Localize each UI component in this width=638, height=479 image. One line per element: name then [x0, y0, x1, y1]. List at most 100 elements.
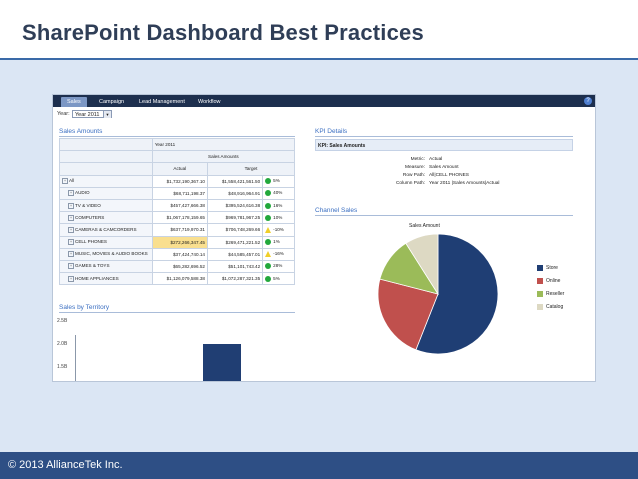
kpi-header: KPI: Sales Amounts [315, 139, 573, 151]
row-label-cell[interactable]: + AUDIO [59, 186, 153, 200]
territory-ytick: 2.5B [57, 318, 68, 324]
pivot-year-header: Year 2011 [151, 137, 296, 152]
expand-icon[interactable]: + [68, 190, 74, 197]
actual-cell: $457,427,666.38 [151, 198, 208, 213]
expand-icon[interactable]: + [68, 239, 74, 246]
kpi-colpath-key: Column Path: [395, 181, 425, 186]
status-cell: 1% [262, 235, 295, 249]
pivot-corner [59, 162, 153, 176]
legend-item-online: Online [537, 278, 564, 291]
status-percent: 1% [273, 239, 280, 245]
target-cell: $1,072,287,321.35 [206, 272, 264, 286]
pie-legend: Store Online Reseller Catalog [537, 265, 564, 317]
table-row[interactable]: + CELL PHONES $272,266,347.45 $269,471,221.… [59, 235, 295, 249]
status-ok-icon [265, 190, 272, 197]
target-cell: $1,558,421,561.50 [206, 174, 264, 188]
row-label: All [69, 178, 75, 184]
actual-cell: $1,732,190,367.10 [151, 174, 208, 188]
dashboard-screenshot: Sales Campaign Lead Management Workflow … [52, 94, 596, 382]
territory-ytick: 2.0B [57, 341, 68, 347]
kpi-details-rule [315, 136, 573, 137]
row-label: TV & VIDEO [75, 202, 101, 208]
legend-swatch [537, 278, 543, 284]
territory-bar[interactable] [203, 344, 241, 381]
target-cell: $706,748,269.66 [206, 223, 264, 237]
expand-icon[interactable]: + [68, 275, 74, 282]
expand-icon[interactable]: + [68, 202, 74, 209]
row-label: CELL PHONES [75, 239, 107, 245]
row-label: HOME APPLIANCES [75, 275, 119, 281]
status-percent: 5% [273, 178, 280, 184]
table-row[interactable]: + HOME APPLIANCES $1,126,079,588.38 $1,072,… [59, 272, 295, 286]
tab-workflow[interactable]: Workflow [192, 97, 227, 107]
status-ok-icon [265, 263, 272, 270]
pivot-corner [59, 150, 153, 164]
expand-icon[interactable]: + [62, 178, 68, 185]
expand-icon[interactable]: + [68, 251, 74, 258]
legend-swatch [537, 265, 543, 271]
chevron-down-icon[interactable]: ▼ [103, 111, 111, 118]
actual-cell: $37,424,740.14 [151, 247, 208, 261]
target-cell: $269,471,221.52 [206, 235, 264, 249]
status-ok-icon [265, 202, 272, 209]
actual-cell: $1,067,178,159.65 [151, 211, 208, 225]
row-label-cell[interactable]: + CELL PHONES [59, 235, 153, 249]
row-label-cell[interactable]: + TV & VIDEO [59, 198, 153, 213]
row-label: MUSIC, MOVIES & AUDIO BOOKS [75, 251, 148, 257]
status-percent: 40% [273, 190, 283, 196]
kpi-colpath-value: Year 2011 |Sales Amounts|Actual [429, 181, 500, 186]
sales-territory-rule [59, 312, 295, 313]
pivot-target-header: Target [206, 162, 296, 176]
row-label-cell[interactable]: + MUSIC, MOVIES & AUDIO BOOKS [59, 247, 153, 261]
status-percent: 10% [273, 214, 283, 220]
tab-lead-management[interactable]: Lead Management [133, 97, 191, 107]
actual-cell: $68,711,198.37 [151, 186, 208, 200]
year-dropdown-value: Year 2011 [75, 112, 100, 118]
legend-swatch [537, 291, 543, 297]
table-row[interactable]: + CAMERAS & CAMCORDERS $637,719,970.31 $706… [59, 223, 295, 237]
table-row[interactable]: + TV & VIDEO $457,427,666.38 $395,524,616.3… [59, 198, 295, 213]
warning-triangle-icon [265, 251, 272, 258]
actual-cell: $65,282,696.52 [151, 259, 208, 274]
row-label-cell[interactable]: + GAMES & TOYS [59, 259, 153, 274]
sales-amounts-title: Sales Amounts [59, 128, 103, 135]
year-dropdown[interactable]: Year 2011 ▼ [72, 110, 112, 118]
status-percent: 5% [273, 275, 280, 281]
channel-sales-pie [377, 233, 499, 355]
legend-label: Reseller [546, 291, 565, 297]
row-label: GAMES & TOYS [75, 263, 110, 269]
legend-item-store: Store [537, 265, 564, 278]
status-percent: 16% [273, 202, 283, 208]
row-label-cell[interactable]: + HOME APPLIANCES [59, 272, 153, 286]
status-cell: 16% [262, 198, 295, 213]
table-row[interactable]: + MUSIC, MOVIES & AUDIO BOOKS $37,424,740.… [59, 247, 295, 261]
table-row[interactable]: + GAMES & TOYS $65,282,696.52 $51,101,743.4… [59, 259, 295, 274]
target-cell: $395,524,616.38 [206, 198, 264, 213]
warning-triangle-icon [265, 226, 272, 233]
tab-sales[interactable]: Sales [61, 97, 87, 107]
row-label: AUDIO [75, 190, 90, 196]
territory-ytick: 1.5B [57, 364, 68, 370]
status-ok-icon [265, 178, 272, 185]
expand-icon[interactable]: + [68, 263, 74, 270]
sales-territory-title: Sales by Territory [59, 304, 110, 311]
pivot-corner [59, 137, 153, 152]
pivot-measure-header: Sales Amounts [151, 150, 296, 164]
legend-swatch [537, 304, 543, 310]
expand-icon[interactable]: + [68, 214, 74, 221]
tab-campaign[interactable]: Campaign [93, 97, 130, 107]
table-row[interactable]: + All $1,732,190,367.10 $1,558,421,561.50 5% [59, 174, 295, 188]
row-label: CAMERAS & CAMCORDERS [75, 227, 137, 233]
sales-amounts-table: Year 2011 Sales Amounts Actual Target + A… [59, 137, 296, 286]
kpi-metric-value: Actual [429, 157, 443, 162]
table-row[interactable]: + COMPUTERS $1,067,178,159.65 $969,781,967.… [59, 211, 295, 225]
status-cell: -10% [262, 223, 295, 237]
table-row[interactable]: + AUDIO $68,711,198.37 $48,916,964.91 40% [59, 186, 295, 200]
status-cell: -16% [262, 247, 295, 261]
kpi-rowpath-value: All|CELL PHONES [429, 173, 469, 178]
row-label-cell[interactable]: + All [59, 174, 153, 188]
expand-icon[interactable]: + [68, 226, 74, 233]
row-label-cell[interactable]: + CAMERAS & CAMCORDERS [59, 223, 153, 237]
row-label-cell[interactable]: + COMPUTERS [59, 211, 153, 225]
help-icon[interactable]: ? [584, 97, 592, 105]
